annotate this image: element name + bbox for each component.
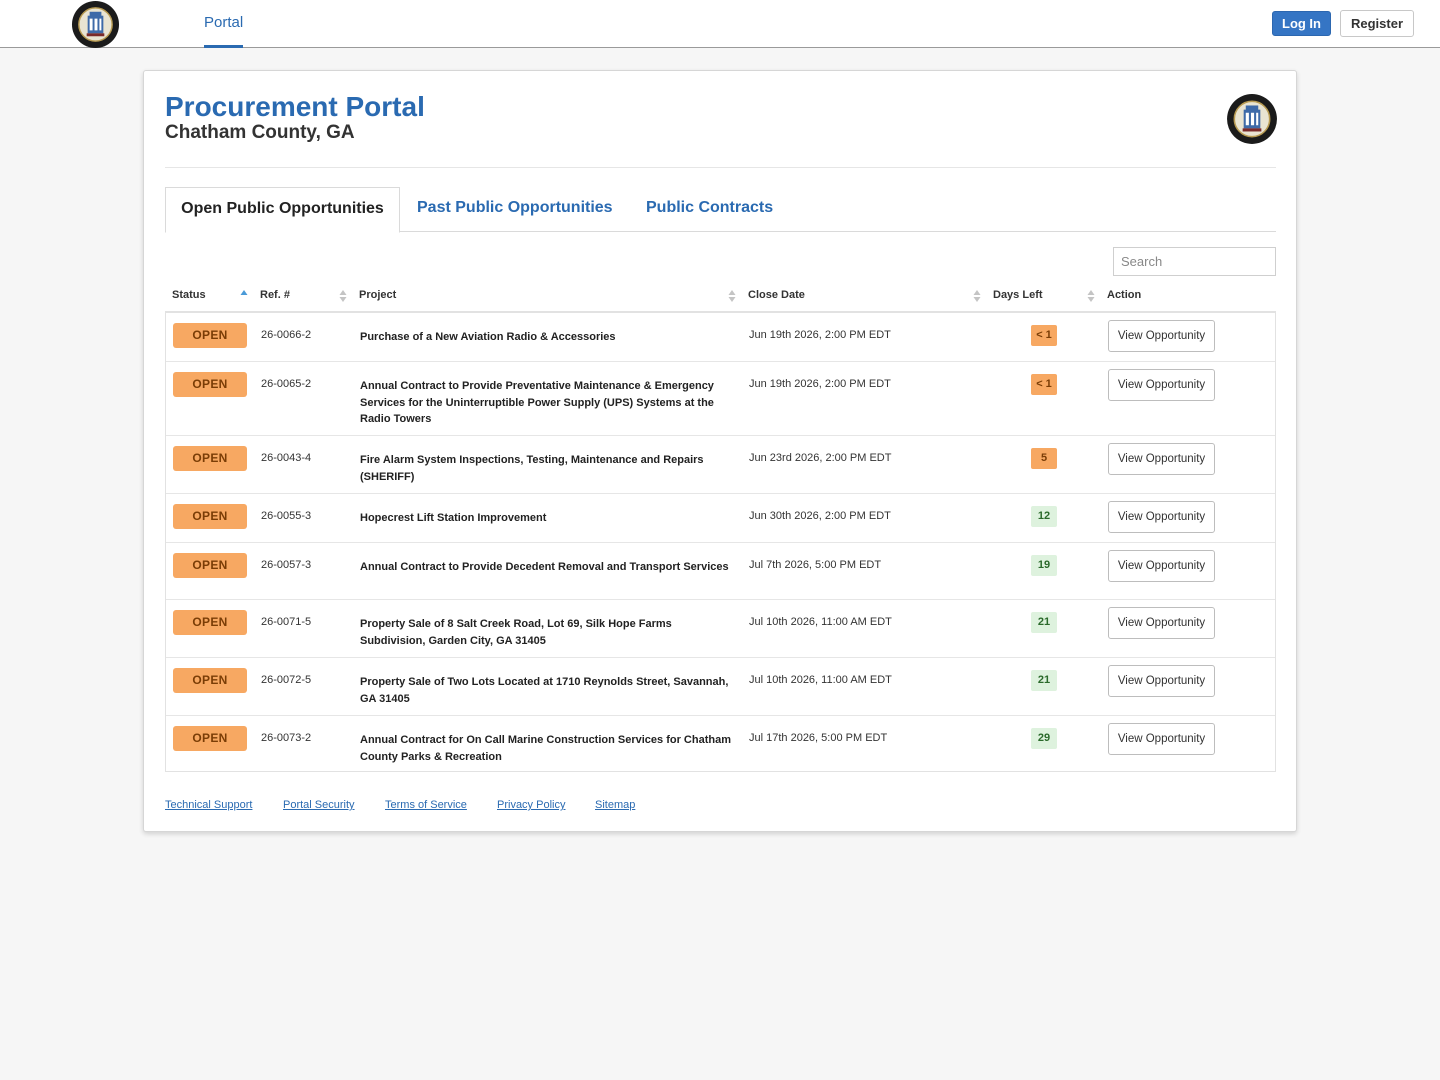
ref-number: 26-0043-4 [261,452,312,464]
close-date: Jul 10th 2026, 11:00 AM EDT [749,674,892,686]
table-row: OPEN 26-0065-2 Annual Contract to Provid… [166,362,1275,436]
project-title: Fire Alarm System Inspections, Testing, … [360,454,704,483]
view-opportunity-button[interactable]: View Opportunity [1108,607,1215,639]
ref-number: 26-0066-2 [261,329,312,341]
county-seal-icon [1227,94,1277,144]
footer-link-portal-security[interactable]: Portal Security [283,799,355,811]
nav-portal-link[interactable]: Portal [204,0,244,48]
project-title: Purchase of a New Aviation Radio & Acces… [360,331,616,343]
view-opportunity-button[interactable]: View Opportunity [1108,723,1215,755]
main-card: Procurement Portal Chatham County, GA Op… [143,70,1297,832]
footer-link-sitemap[interactable]: Sitemap [595,799,635,811]
close-date: Jun 19th 2026, 2:00 PM EDT [749,329,891,341]
days-left-badge: 19 [1031,555,1057,576]
days-left-badge: 12 [1031,506,1057,527]
ref-number: 26-0071-5 [261,616,312,628]
sort-icon[interactable] [973,289,981,303]
view-opportunity-button[interactable]: View Opportunity [1108,320,1215,352]
status-badge: OPEN [173,504,247,529]
status-badge: OPEN [173,668,247,693]
days-left-badge: 21 [1031,670,1057,691]
table-row: OPEN 26-0057-3 Annual Contract to Provid… [166,543,1275,600]
close-date: Jun 23rd 2026, 2:00 PM EDT [749,452,892,464]
register-button[interactable]: Register [1340,10,1414,37]
page-title: Procurement Portal [165,91,425,122]
top-nav: Portal Log In Register [0,0,1440,49]
sort-icon[interactable] [1087,289,1095,303]
days-left-badge: < 1 [1031,374,1057,395]
project-title: Property Sale of Two Lots Located at 171… [360,676,729,705]
column-header-days-left[interactable]: Days Left [993,280,1043,311]
table-row: OPEN 26-0073-2 Annual Contract for On Ca… [166,716,1275,771]
view-opportunity-button[interactable]: View Opportunity [1108,501,1215,533]
close-date: Jul 7th 2026, 5:00 PM EDT [749,559,882,571]
status-badge: OPEN [173,726,247,751]
tab-bar: Open Public Opportunities Past Public Op… [165,187,1276,233]
column-header-project[interactable]: Project [359,280,396,311]
status-badge: OPEN [173,553,247,578]
sort-asc-icon[interactable] [240,289,248,303]
ref-number: 26-0073-2 [261,732,312,744]
column-header-ref[interactable]: Ref. # [260,280,290,311]
view-opportunity-button[interactable]: View Opportunity [1108,443,1215,475]
ref-number: 26-0057-3 [261,559,312,571]
ref-number: 26-0055-3 [261,510,312,522]
project-title: Annual Contract to Provide Decedent Remo… [360,561,729,573]
sort-icon[interactable] [339,289,347,303]
close-date: Jul 10th 2026, 11:00 AM EDT [749,616,892,628]
status-badge: OPEN [173,446,247,471]
sort-icon[interactable] [728,289,736,303]
days-left-badge: 5 [1031,448,1057,469]
close-date: Jun 19th 2026, 2:00 PM EDT [749,378,891,390]
days-left-badge: 21 [1031,612,1057,633]
county-seal-icon[interactable] [71,0,120,49]
footer-link-privacy-policy[interactable]: Privacy Policy [497,799,565,811]
tab-past-opportunities[interactable]: Past Public Opportunities [417,187,613,232]
days-left-badge: < 1 [1031,325,1057,346]
header-divider [165,167,1276,168]
view-opportunity-button[interactable]: View Opportunity [1108,665,1215,697]
table-row: OPEN 26-0072-5 Property Sale of Two Lots… [166,658,1275,716]
opportunities-table: OPEN 26-0066-2 Purchase of a New Aviatio… [165,313,1276,772]
footer-link-terms-of-service[interactable]: Terms of Service [385,799,467,811]
view-opportunity-button[interactable]: View Opportunity [1108,550,1215,582]
tab-open-opportunities[interactable]: Open Public Opportunities [165,187,400,233]
project-title: Property Sale of 8 Salt Creek Road, Lot … [360,618,672,647]
search-input[interactable] [1113,247,1276,276]
login-button[interactable]: Log In [1272,11,1331,36]
tab-public-contracts[interactable]: Public Contracts [646,187,773,232]
close-date: Jun 30th 2026, 2:00 PM EDT [749,510,891,522]
project-title: Hopecrest Lift Station Improvement [360,512,547,524]
view-opportunity-button[interactable]: View Opportunity [1108,369,1215,401]
column-header-status[interactable]: Status [172,280,206,311]
column-header-action: Action [1107,289,1142,301]
close-date: Jul 17th 2026, 5:00 PM EDT [749,732,888,744]
status-badge: OPEN [173,372,247,397]
page-subtitle: Chatham County, GA [165,122,355,143]
table-row: OPEN 26-0071-5 Property Sale of 8 Salt C… [166,600,1275,658]
table-header: Status Ref. # Project Close Date Days Le… [165,280,1276,313]
table-row: OPEN 26-0055-3 Hopecrest Lift Station Im… [166,494,1275,543]
column-header-close-date[interactable]: Close Date [748,280,805,311]
days-left-badge: 29 [1031,728,1057,749]
status-badge: OPEN [173,323,247,348]
ref-number: 26-0065-2 [261,378,312,390]
table-row: OPEN 26-0043-4 Fire Alarm System Inspect… [166,436,1275,494]
project-title: Annual Contract for On Call Marine Const… [360,734,731,763]
table-row: OPEN 26-0066-2 Purchase of a New Aviatio… [166,313,1275,362]
status-badge: OPEN [173,610,247,635]
project-title: Annual Contract to Provide Preventative … [360,380,714,425]
footer-link-technical-support[interactable]: Technical Support [165,799,252,811]
ref-number: 26-0072-5 [261,674,312,686]
